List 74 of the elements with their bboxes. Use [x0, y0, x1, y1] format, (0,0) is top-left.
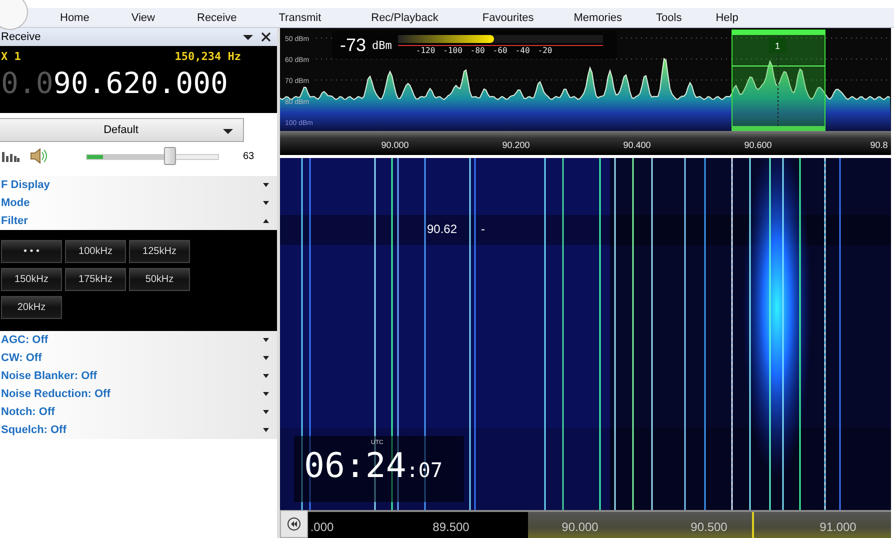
section-header[interactable]: AGC: Off: [0, 331, 277, 349]
section-header[interactable]: Notch: Off: [0, 403, 277, 421]
filter-button[interactable]: 50kHz: [129, 268, 190, 291]
panel-title: Receive: [1, 31, 42, 43]
menu-item[interactable]: Receive: [189, 12, 245, 24]
frequency-label: 90.8: [870, 140, 888, 150]
menu-item[interactable]: Help: [708, 12, 746, 24]
frequency-label: 90.200: [502, 140, 530, 150]
expand-icon[interactable]: [263, 374, 269, 378]
section-header[interactable]: Noise Reduction: Off: [0, 385, 277, 403]
signal-value: -73: [340, 34, 366, 56]
expand-icon[interactable]: [263, 356, 269, 360]
menu-item[interactable]: Transmit: [270, 12, 330, 24]
volume-slider[interactable]: [86, 147, 219, 165]
expand-icon[interactable]: [263, 338, 269, 342]
section-header[interactable]: Mode: [0, 194, 277, 212]
filter-button[interactable]: 100kHz: [65, 240, 126, 263]
menu-item[interactable]: Tools: [648, 12, 690, 24]
frequency-label: 90.600: [744, 140, 772, 150]
equalizer-icon[interactable]: [2, 150, 20, 162]
band-frequency-label: 91.000: [820, 520, 856, 534]
frequency-label: 90.000: [381, 140, 409, 150]
clock-time: 06:24: [304, 446, 406, 486]
band-frequency-label: 90.500: [690, 520, 728, 534]
expand-icon[interactable]: [263, 410, 269, 414]
band-frequency-label: .000: [310, 520, 334, 534]
speaker-icon[interactable]: [30, 148, 48, 164]
marker-number: 1: [775, 41, 780, 51]
preset-dropdown[interactable]: Default: [0, 118, 244, 142]
filter-button[interactable]: 20kHz: [1, 296, 62, 319]
section-header[interactable]: F Display: [0, 176, 277, 194]
tuning-marker[interactable]: [732, 30, 826, 131]
frequency-leading-digits: 0.0: [1, 66, 54, 100]
receiver-label: X 1: [1, 50, 21, 63]
meter-scale-label: -100: [443, 46, 462, 55]
marker-badge: [769, 38, 786, 53]
menu-item[interactable]: Favourites: [474, 12, 542, 24]
expand-icon[interactable]: [263, 392, 269, 396]
expand-icon[interactable]: [263, 183, 269, 187]
filter-button[interactable]: • • •: [1, 240, 62, 263]
frequency-label: 90.400: [623, 140, 651, 150]
volume-value: 63: [243, 150, 254, 162]
menu-item[interactable]: Memories: [566, 12, 630, 24]
band-frequency-label: 90.000: [562, 520, 598, 534]
offset-readout: 150,234 Hz: [174, 50, 241, 63]
section-header[interactable]: Filter: [0, 212, 277, 230]
rewind-icon: [287, 517, 301, 531]
meter-scale-label: -60: [492, 46, 508, 55]
rewind-button[interactable]: [280, 510, 308, 538]
meter-scale-label: -20: [538, 46, 552, 55]
meter-scale-label: -80: [470, 46, 485, 55]
filter-button[interactable]: 125kHz: [129, 240, 190, 263]
frequency-tag-suffix: -: [481, 222, 486, 236]
expand-icon[interactable]: [263, 428, 269, 432]
frequency-readout: 90.620.000: [53, 66, 228, 100]
expand-icon[interactable]: [263, 201, 269, 205]
menu-item[interactable]: View: [123, 12, 163, 24]
section-header[interactable]: CW: Off: [0, 349, 277, 367]
menu-item[interactable]: Home: [52, 12, 98, 24]
meter-scale-label: -40: [515, 46, 530, 55]
slider-thumb[interactable]: [164, 147, 176, 165]
filter-button[interactable]: 150kHz: [1, 268, 62, 291]
frequency-tag: 90.62: [427, 222, 458, 236]
filter-button[interactable]: 175kHz: [65, 268, 126, 291]
band-frequency-label: 89.500: [432, 520, 470, 534]
meter-scale-label: -120: [416, 46, 436, 55]
section-header[interactable]: Noise Blanker: Off: [0, 367, 277, 385]
collapse-icon[interactable]: [263, 219, 269, 223]
signal-unit: dBm: [372, 38, 392, 52]
close-icon[interactable]: [261, 32, 271, 42]
clock-seconds: :07: [406, 458, 442, 482]
section-header[interactable]: Squelch: Off: [0, 421, 277, 439]
menu-item[interactable]: Rec/Playback: [363, 12, 446, 24]
dropdown-icon[interactable]: [243, 34, 253, 40]
